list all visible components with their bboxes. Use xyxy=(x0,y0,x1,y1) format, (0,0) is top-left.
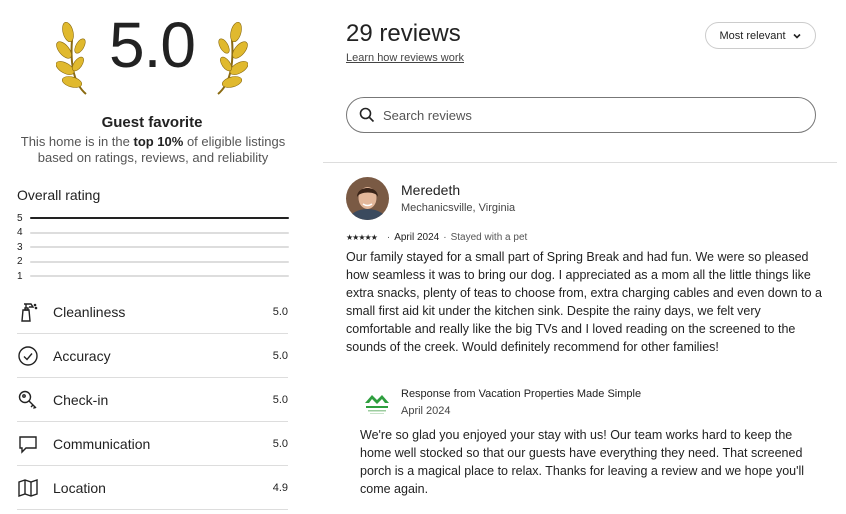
chat-bubble-icon xyxy=(17,433,39,455)
host-response-date: April 2024 xyxy=(401,405,451,417)
host-logo-icon xyxy=(365,395,389,414)
rating-bar-track xyxy=(30,231,289,234)
category-value: 4.9 xyxy=(272,481,288,494)
section-divider xyxy=(323,162,837,163)
search-icon xyxy=(359,107,375,123)
rating-bar-row: 1 xyxy=(17,269,289,284)
review-date: April 2024 xyxy=(394,232,440,243)
sort-label: Most relevant xyxy=(719,29,786,42)
category-row-cleanliness: Cleanliness 5.0 xyxy=(17,290,288,334)
reviewer-location: Mechanicsville, Virginia xyxy=(401,202,516,214)
rating-distribution: 5 4 3 2 1 xyxy=(17,211,289,284)
meta-separator: · xyxy=(386,232,391,243)
rating-bar-row: 3 xyxy=(17,240,289,255)
review-tag: Stayed with a pet xyxy=(450,232,528,243)
review-meta: ★★★★★ · April 2024 · Stayed with a pet xyxy=(346,232,527,243)
spray-bottle-icon xyxy=(17,301,39,323)
rating-summary-panel: 5.0 Guest favorite This home is in the t… xyxy=(0,0,304,514)
rating-bar-row: 2 xyxy=(17,255,289,270)
avatar[interactable] xyxy=(346,177,389,220)
guest-favorite-title: Guest favorite xyxy=(101,114,203,131)
check-circle-icon xyxy=(17,345,39,367)
category-row-check-in: Check-in 5.0 xyxy=(17,378,288,422)
search-reviews-input[interactable] xyxy=(383,107,783,123)
category-value: 5.0 xyxy=(272,305,288,318)
reviewer-name: Meredeth xyxy=(401,182,461,198)
category-ratings: Cleanliness 5.0 Accuracy 5.0 Check-in 5.… xyxy=(17,290,288,510)
rating-bar-label: 4 xyxy=(17,227,23,239)
category-label: Location xyxy=(53,479,106,496)
rating-bar-track xyxy=(30,275,289,278)
reviews-count-title: 29 reviews xyxy=(346,20,461,47)
category-value: 5.0 xyxy=(272,437,288,450)
rating-bar-label: 3 xyxy=(17,241,23,253)
search-reviews-field[interactable] xyxy=(346,97,816,133)
meta-separator: · xyxy=(443,232,447,243)
category-label: Accuracy xyxy=(53,347,111,364)
category-row-location: Location 4.9 xyxy=(17,466,288,510)
key-icon xyxy=(17,389,39,411)
host-response-text: We're so glad you enjoyed your stay with… xyxy=(360,428,805,496)
overall-rating-title: Overall rating xyxy=(17,187,101,203)
learn-how-reviews-work-link[interactable]: Learn how reviews work xyxy=(346,52,464,64)
rating-bar-label: 2 xyxy=(17,256,23,268)
review-text: Our family stayed for a small part of Sp… xyxy=(346,250,822,354)
guest-favorite-description: This home is in the top 10% of eligible … xyxy=(20,134,286,165)
category-label: Check-in xyxy=(53,391,109,408)
category-row-communication: Communication 5.0 xyxy=(17,422,288,466)
star-rating: ★★★★★ xyxy=(346,233,378,242)
rating-bar-row: 4 xyxy=(17,226,289,241)
guest-favorite-hero: 5.0 Guest favorite This home is in the t… xyxy=(0,0,304,170)
laurel-right-icon xyxy=(217,21,248,95)
chevron-down-icon xyxy=(792,33,801,39)
host-response-title: Response from Vacation Properties Made S… xyxy=(401,388,642,400)
rating-bar-track xyxy=(30,260,289,263)
rating-bar-row: 5 xyxy=(17,211,289,226)
category-label: Cleanliness xyxy=(53,303,126,320)
rating-bar-track xyxy=(30,246,289,249)
rating-bar-track xyxy=(30,217,289,220)
category-value: 5.0 xyxy=(272,349,288,362)
reviews-panel: 29 reviews Learn how reviews work Most r… xyxy=(323,0,837,514)
rating-bar-fill xyxy=(30,217,289,220)
top-percent-label: top 10% xyxy=(133,134,184,149)
category-value: 5.0 xyxy=(272,393,288,406)
rating-bar-label: 1 xyxy=(17,270,23,282)
rating-bar-label: 5 xyxy=(17,212,23,224)
category-row-accuracy: Accuracy 5.0 xyxy=(17,334,288,378)
sort-dropdown-button[interactable]: Most relevant xyxy=(705,22,816,49)
overall-score: 5.0 xyxy=(109,9,196,81)
category-label: Communication xyxy=(53,435,151,452)
map-icon xyxy=(17,477,39,499)
